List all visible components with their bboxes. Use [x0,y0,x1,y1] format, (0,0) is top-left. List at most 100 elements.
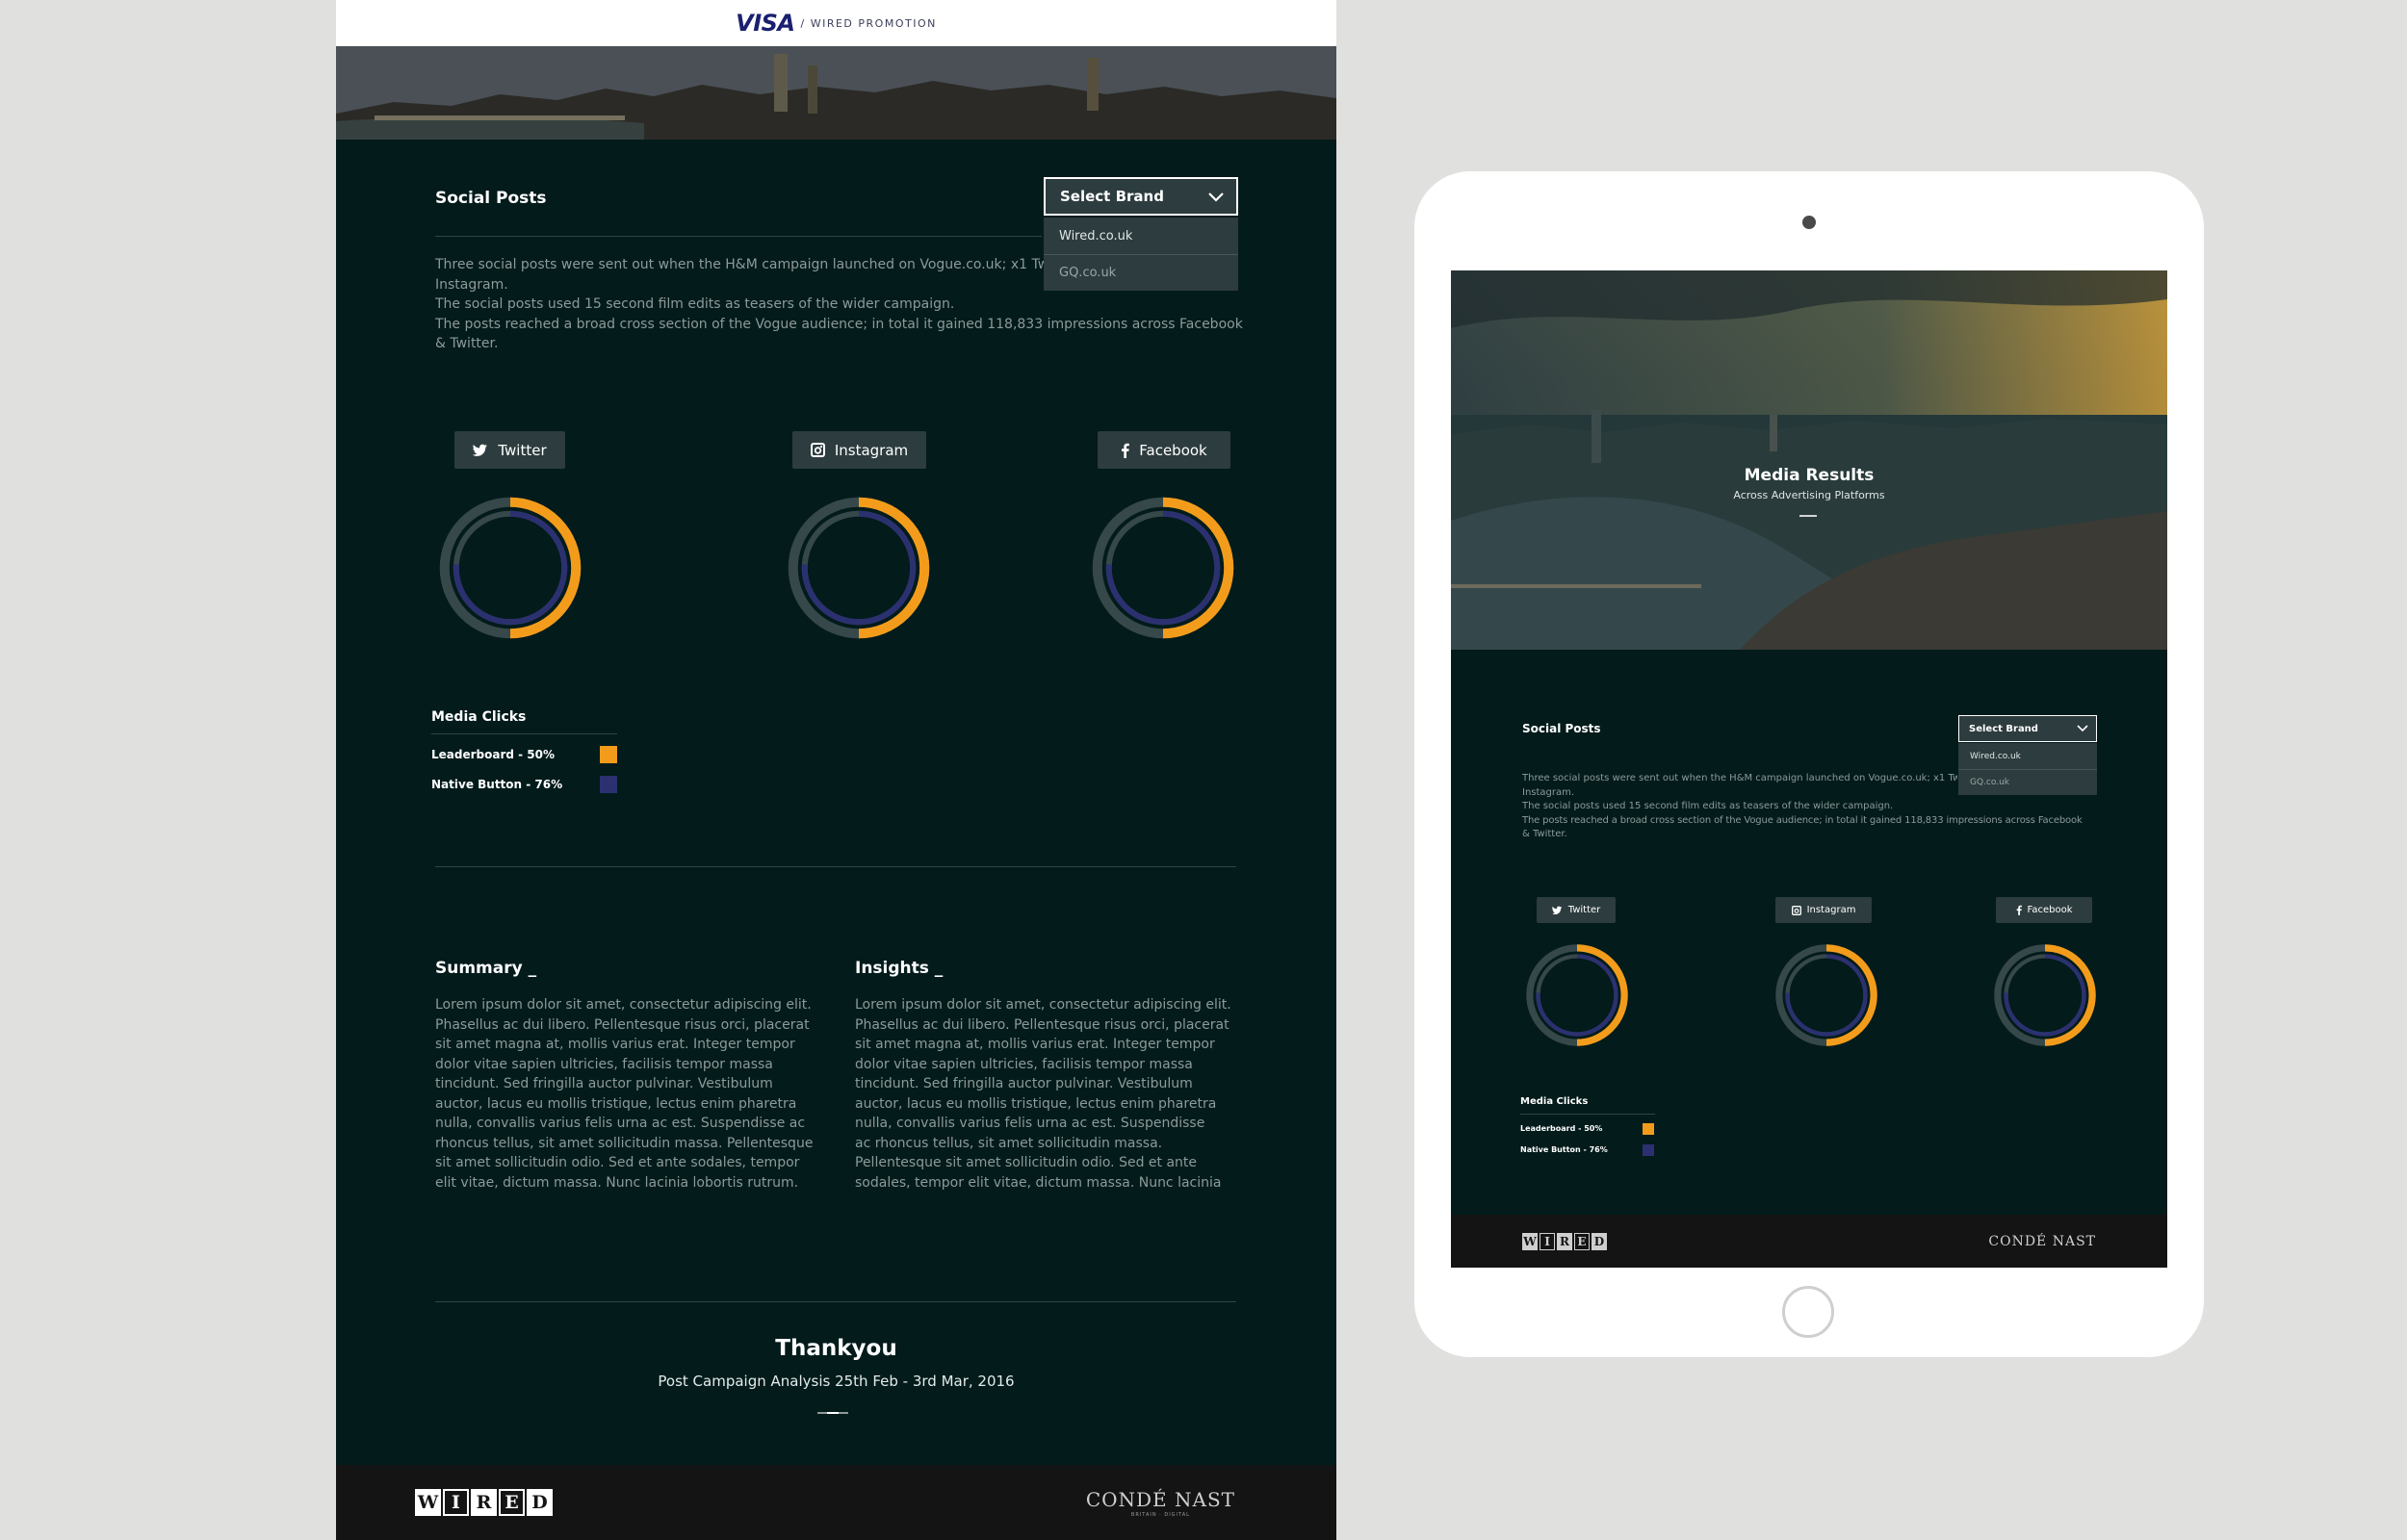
thankyou-subtitle: Post Campaign Analysis 25th Feb - 3rd Ma… [658,1373,1015,1390]
facebook-label: Facebook [2027,905,2073,915]
chevron-down-icon [2077,725,2088,732]
social-paragraph: The posts reached a broad cross section … [435,316,1243,332]
insights-line: tincidunt. Sed fringilla auctor pulvinar… [855,1076,1193,1091]
legend-leaderboard-label: Leaderboard - 50% [1520,1124,1603,1133]
select-brand-dropdown[interactable]: Select Brand [1958,715,2097,742]
summary-line: sit amet sollicitudin odio. Sed et ante … [435,1155,800,1170]
wired-logo: W I R E D [415,1489,553,1516]
wired-letter: E [1574,1232,1590,1250]
insights-line: nulla, convallis varius felis urna ac es… [855,1116,1205,1131]
summary-line: auctor, lacus eu mollis tristique, lectu… [435,1095,797,1112]
conde-nast-wordmark: CONDÉ NAST [1085,1487,1235,1511]
twitter-icon [473,444,488,456]
insights-text: Lorem ipsum dolor sit amet, consectetur … [855,995,1259,1193]
insights-line: auctor, lacus eu mollis tristique, lectu… [855,1095,1217,1112]
instagram-button[interactable]: Instagram [792,431,926,469]
social-paragraph: & Twitter. [1522,829,1567,839]
summary-line: elit vitae, dictum massa. Nunc lacinia l… [435,1174,799,1191]
insights-title: Insights _ [855,959,944,978]
social-paragraph: The social posts used 15 second film edi… [1522,801,1894,811]
decorative-dash [827,1412,839,1414]
instagram-label: Instagram [834,441,909,459]
facebook-label: Facebook [1139,441,1207,459]
instagram-icon [1791,905,1801,915]
legend-leaderboard-swatch [1643,1123,1654,1135]
conde-nast-logo: CONDÉ NAST [1988,1233,2096,1249]
summary-line: Lorem ipsum dolor sit amet, consectetur … [435,997,812,1013]
instagram-donut-chart [1775,944,1877,1046]
select-brand-label: Select Brand [1969,723,2038,734]
tablet-screen: Media Results Across Advertising Platfor… [1451,270,2167,1268]
brand-option-wired[interactable]: Wired.co.uk [1958,743,2087,769]
hero-image [336,46,1336,140]
social-paragraph: The social posts used 15 second film edi… [435,296,955,312]
social-description: Three social posts were sent out when th… [1522,772,2100,842]
summary-line: Phasellus ac dui libero. Pellentesque ri… [435,1016,810,1033]
london-aerial-image [1451,270,2167,650]
home-button[interactable] [1782,1286,1834,1338]
brand-option-wired[interactable]: Wired.co.uk [1044,218,1225,254]
legend-native-button-swatch [1643,1144,1654,1156]
wired-letter: I [1540,1232,1555,1250]
wired-letter: E [499,1489,525,1516]
insights-line: sodales, tempor elit vitae, dictum massa… [855,1174,1222,1191]
social-posts-title: Social Posts [435,189,547,208]
twitter-button[interactable]: Twitter [1537,897,1616,923]
select-brand-dropdown[interactable]: Select Brand [1044,177,1238,216]
legend-leaderboard: Leaderboard - 50% [431,748,555,761]
decorative-dash [1799,515,1817,517]
legend-native-button: Native Button - 76% [1520,1145,1608,1154]
social-paragraph: The posts reached a broad cross section … [1522,814,2083,826]
thankyou-title: Thankyou [775,1336,897,1361]
twitter-donut-chart [1526,944,1628,1046]
media-clicks-title: Media Clicks [1520,1096,1589,1107]
instagram-button[interactable]: Instagram [1775,897,1872,923]
social-posts-title: Social Posts [1522,722,1601,735]
summary-line: rhoncus tellus, sit amet sollicitudin ma… [435,1135,814,1151]
summary-line: sit amet magna at, mollis varius erat. I… [435,1037,795,1052]
wired-letter: D [1592,1232,1607,1250]
select-brand-label: Select Brand [1060,188,1164,205]
instagram-icon [810,443,825,457]
instagram-donut-chart [788,497,930,639]
chevron-down-icon [1208,192,1224,202]
hero-subtitle: Across Advertising Platforms [1733,489,1885,501]
divider [435,236,1042,237]
legend-native-button-label: Native Button - 76% [1520,1145,1608,1154]
wired-letter: I [443,1489,469,1516]
desktop-page: VISA / WIRED PROMOTION Social Posts Sele… [336,0,1336,1540]
hero-image: Media Results Across Advertising Platfor… [1451,270,2167,650]
legend-leaderboard-label: Leaderboard - 50% [431,748,556,761]
legend-native-button-swatch [600,776,617,793]
site-footer: W I R E D CONDÉ NAST BRITAIN · DIGITAL [336,1465,1336,1540]
social-paragraph: Instagram. [1522,786,1575,798]
insights-line: dolor vitae sapien ultricies, facilisis … [855,1056,1193,1072]
insights-line: Phasellus ac dui libero. Pellentesque ri… [855,1016,1229,1033]
social-paragraph: & Twitter. [435,336,499,351]
twitter-button[interactable]: Twitter [454,431,565,469]
summary-line: nulla, convallis varius felis urna ac es… [435,1116,806,1131]
wired-letter: R [471,1489,497,1516]
wired-letter: D [527,1489,553,1516]
social-description: Three social posts were sent out when th… [435,255,1243,354]
summary-line: dolor vitae sapien ultricies, facilisis … [435,1056,773,1072]
facebook-button[interactable]: Facebook [1996,897,2092,923]
social-paragraph: Three social posts were sent out when th… [1522,773,1957,783]
insights-line: Lorem ipsum dolor sit amet, consectetur … [855,997,1231,1013]
promo-tagline: / WIRED PROMOTION [800,16,937,30]
legend-native-button: Native Button - 76% [431,778,562,791]
wired-letter: W [1522,1232,1538,1250]
twitter-label: Twitter [498,441,547,459]
social-paragraph: Three social posts were sent out when th… [435,257,1044,272]
divider [1520,1114,1655,1115]
legend-native-button-label: Native Button - 76% [431,778,563,791]
facebook-button[interactable]: Facebook [1098,431,1230,469]
divider [431,733,617,734]
wired-letter: W [415,1489,441,1516]
conde-nast-logo: CONDÉ NAST BRITAIN · DIGITAL [1086,1488,1235,1518]
summary-line: tincidunt. Sed fringilla auctor pulvinar… [435,1076,773,1091]
legend-leaderboard-swatch [600,746,617,763]
camera-icon [1802,216,1816,229]
twitter-donut-chart [439,497,582,639]
facebook-donut-chart [1994,944,2096,1046]
